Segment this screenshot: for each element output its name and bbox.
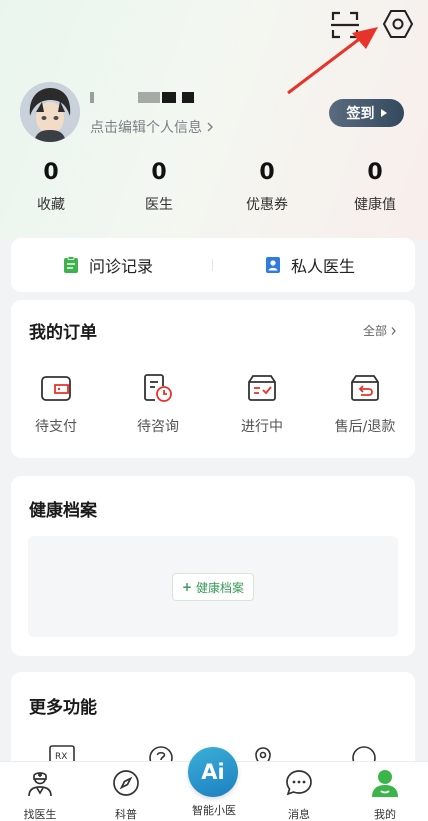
tab-label: 科普 (115, 808, 137, 821)
clipboard-icon (64, 256, 78, 273)
private-doctor-link[interactable]: 私人医生 (265, 238, 355, 292)
stat-doctors[interactable]: 0 医生 (114, 158, 204, 214)
order-label: 待咨询 (137, 419, 179, 435)
tab-label: 我的 (374, 808, 396, 821)
orders-title: 我的订单 (29, 323, 97, 343)
stat-health-points[interactable]: 0 健康值 (330, 158, 420, 214)
health-title: 健康档案 (29, 501, 97, 521)
health-records-card: 健康档案 + 健康档案 (11, 476, 415, 656)
tab-find-doctor[interactable]: 找医生 (0, 762, 80, 821)
compass-icon (113, 770, 139, 796)
stat-coupons[interactable]: 0 优惠券 (222, 158, 312, 214)
edit-profile-label: 点击编辑个人信息 (90, 120, 202, 136)
plus-icon: + (181, 580, 193, 594)
stat-value: 0 (43, 160, 59, 185)
order-in-progress[interactable]: 进行中 (217, 372, 307, 436)
private-doctor-label: 私人医生 (291, 257, 356, 276)
profile-section: 点击编辑个人信息 签到 (0, 78, 428, 148)
stat-label: 收藏 (37, 197, 65, 213)
order-label: 进行中 (241, 419, 283, 435)
stats-row: 0 收藏 0 医生 0 优惠券 0 健康值 (0, 158, 428, 218)
play-icon (380, 109, 387, 117)
health-records-empty-area: + 健康档案 (28, 536, 398, 637)
stat-favorites[interactable]: 0 收藏 (6, 158, 96, 214)
tab-messages[interactable]: 消息 (259, 762, 339, 821)
sign-in-button[interactable]: 签到 (329, 99, 404, 127)
in-progress-box-icon (248, 375, 276, 401)
edit-profile-link[interactable]: 点击编辑个人信息 (90, 117, 214, 137)
avatar[interactable] (20, 82, 80, 142)
doctor-badge-icon (266, 257, 280, 273)
order-after-sales[interactable]: 售后/退款 (320, 372, 410, 436)
masked-nickname (90, 92, 200, 106)
stat-label: 健康值 (354, 197, 396, 213)
stat-value: 0 (367, 160, 383, 185)
chat-bubble-icon (286, 770, 312, 796)
divider (212, 259, 213, 271)
all-orders-link[interactable]: 全部 (363, 322, 397, 339)
consult-records-label: 问诊记录 (89, 257, 154, 276)
consult-records-link[interactable]: 问诊记录 (63, 238, 153, 292)
stat-label: 优惠券 (246, 197, 288, 213)
all-orders-label: 全部 (362, 324, 387, 338)
tab-mine[interactable]: 我的 (345, 762, 425, 821)
tab-label: 找医生 (23, 808, 57, 821)
tab-label: 消息 (288, 808, 310, 821)
chevron-right-icon (207, 122, 213, 132)
order-label: 售后/退款 (334, 419, 396, 435)
tab-science[interactable]: 科普 (86, 762, 166, 821)
consult-clock-icon (144, 374, 172, 402)
quick-links-card: 问诊记录 私人医生 (11, 238, 415, 292)
refund-icon (351, 375, 379, 401)
top-bar (0, 0, 428, 95)
hexagon-gear-icon (382, 10, 414, 38)
my-orders-card: 我的订单 全部 待支付 待咨询 进行中 售后/退款 (11, 300, 415, 458)
order-pending-consult[interactable]: 待咨询 (113, 372, 203, 436)
person-icon (372, 770, 398, 797)
order-pending-payment[interactable]: 待支付 (11, 372, 101, 436)
avatar-image (20, 82, 80, 142)
add-health-record-label: 健康档案 (196, 580, 245, 595)
more-title: 更多功能 (29, 698, 97, 718)
sign-in-label: 签到 (346, 106, 375, 122)
stat-label: 医生 (145, 197, 173, 213)
stat-value: 0 (151, 160, 167, 185)
chevron-right-icon (391, 326, 396, 335)
ai-icon: Ai (201, 760, 225, 784)
stat-value: 0 (259, 160, 275, 185)
ai-assistant-button[interactable]: Ai (188, 747, 238, 797)
tab-label-ai[interactable]: 智能小医 (184, 802, 244, 818)
doctor-icon (28, 772, 52, 797)
order-label: 待支付 (35, 419, 77, 435)
settings-button[interactable] (381, 7, 415, 41)
wallet-icon (41, 376, 71, 401)
add-health-record-button[interactable]: + 健康档案 (172, 573, 254, 601)
